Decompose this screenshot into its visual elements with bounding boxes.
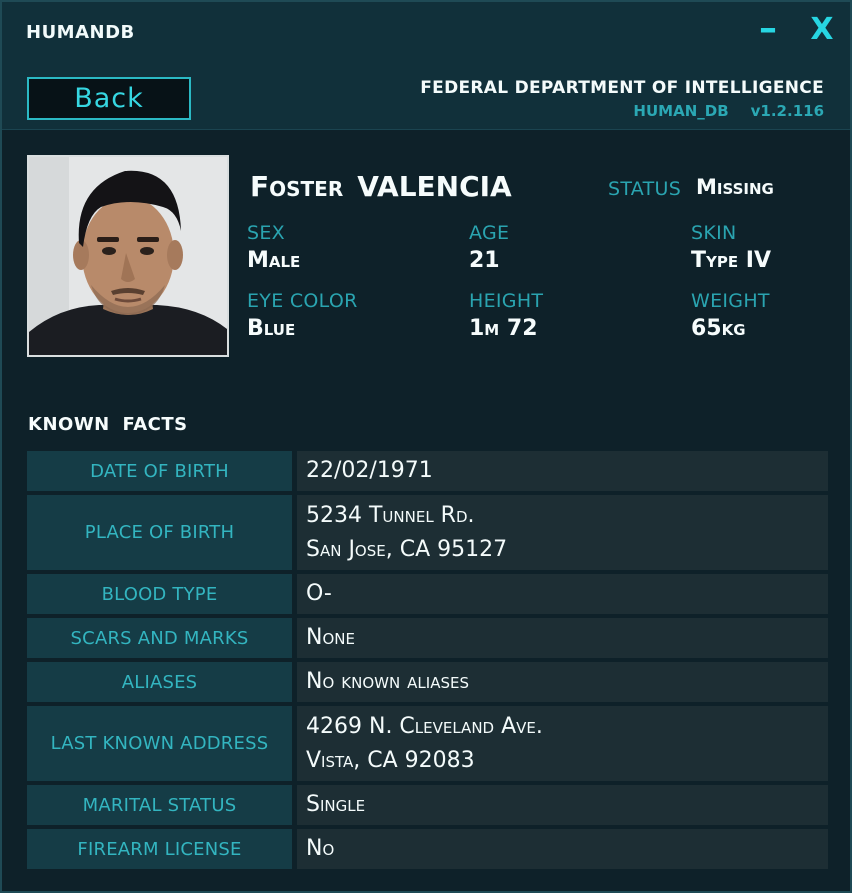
fact-row-aliases: ALIASES No known aliases bbox=[27, 662, 828, 702]
version-label: v1.2.116 bbox=[750, 102, 824, 120]
fact-value-line: 22/02/1971 bbox=[306, 458, 433, 483]
fact-key: PLACE OF BIRTH bbox=[27, 495, 292, 570]
database-name: HUMAN_DB bbox=[633, 102, 729, 120]
first-name: Foster bbox=[250, 170, 344, 203]
attr-label: EYE COLOR bbox=[247, 290, 358, 312]
known-facts-heading: KNOWN FACTS bbox=[28, 414, 188, 435]
fact-value-line: No bbox=[306, 836, 335, 861]
minimize-icon[interactable]: – bbox=[751, 11, 785, 48]
fact-key: LAST KNOWN ADDRESS bbox=[27, 706, 292, 781]
close-icon[interactable]: X bbox=[805, 12, 839, 48]
fact-key: BLOOD TYPE bbox=[27, 574, 292, 614]
subject-name: Foster VALENCIA bbox=[250, 170, 512, 203]
database-info: HUMAN_DB v1.2.116 bbox=[633, 102, 824, 120]
status-value: Missing bbox=[696, 175, 774, 199]
attr-label: SEX bbox=[247, 222, 285, 244]
back-button[interactable]: Back bbox=[27, 77, 191, 120]
last-name: VALENCIA bbox=[357, 170, 512, 203]
humandb-window: HUMANDB – X Back FEDERAL DEPARTMENT OF I… bbox=[0, 0, 852, 893]
fact-value: None bbox=[297, 618, 828, 658]
fact-value: No bbox=[297, 829, 828, 869]
attr-age: AGE 21 bbox=[469, 222, 509, 273]
fact-row-blood-type: BLOOD TYPE O- bbox=[27, 574, 828, 614]
attr-value: Blue bbox=[247, 316, 296, 341]
attr-label: WEIGHT bbox=[691, 290, 770, 312]
attr-eye-color: EYE COLOR Blue bbox=[247, 290, 358, 341]
fact-value: 22/02/1971 bbox=[297, 451, 828, 491]
attr-value: 1m 72 bbox=[469, 316, 538, 341]
fact-row-date-of-birth: DATE OF BIRTH 22/02/1971 bbox=[27, 451, 828, 491]
fact-value: 5234 Tunnel Rd. San Jose, CA 95127 bbox=[297, 495, 828, 570]
fact-key: DATE OF BIRTH bbox=[27, 451, 292, 491]
fact-key: MARITAL STATUS bbox=[27, 785, 292, 825]
fact-value: 4269 N. Cleveland Ave. Vista, CA 92083 bbox=[297, 706, 828, 781]
attr-value: Male bbox=[247, 248, 301, 273]
fact-value: No known aliases bbox=[297, 662, 828, 702]
portrait-image bbox=[29, 157, 227, 355]
attr-sex: SEX Male bbox=[247, 222, 300, 273]
fact-value-line: O- bbox=[306, 581, 332, 606]
attr-label: HEIGHT bbox=[469, 290, 544, 312]
fact-value: Single bbox=[297, 785, 828, 825]
attr-height: HEIGHT 1m 72 bbox=[469, 290, 543, 341]
fact-row-marital-status: MARITAL STATUS Single bbox=[27, 785, 828, 825]
status-label: STATUS bbox=[608, 178, 682, 200]
fact-key: ALIASES bbox=[27, 662, 292, 702]
fact-value-line: Vista, CA 92083 bbox=[306, 747, 475, 773]
attr-label: SKIN bbox=[691, 222, 737, 244]
fact-value-line: None bbox=[306, 625, 355, 650]
app-title: HUMANDB bbox=[26, 22, 135, 43]
fact-row-firearm-license: FIREARM LICENSE No bbox=[27, 829, 828, 869]
fact-key: SCARS AND MARKS bbox=[27, 618, 292, 658]
fact-value-line: 4269 N. Cleveland Ave. bbox=[306, 713, 543, 739]
attr-skin: SKIN Type IV bbox=[691, 222, 771, 273]
subject-photo bbox=[27, 155, 229, 357]
fact-row-last-known-address: LAST KNOWN ADDRESS 4269 N. Cleveland Ave… bbox=[27, 706, 828, 781]
fact-value: O- bbox=[297, 574, 828, 614]
fact-row-place-of-birth: PLACE OF BIRTH 5234 Tunnel Rd. San Jose,… bbox=[27, 495, 828, 570]
attr-value: 65kg bbox=[691, 316, 746, 341]
attr-weight: WEIGHT 65kg bbox=[691, 290, 770, 341]
fact-value-line: No known aliases bbox=[306, 669, 469, 694]
fact-value-line: San Jose, CA 95127 bbox=[306, 536, 508, 562]
fact-key: FIREARM LICENSE bbox=[27, 829, 292, 869]
attr-value: 21 bbox=[469, 248, 500, 273]
fact-value-line: Single bbox=[306, 792, 366, 817]
attr-value: Type IV bbox=[691, 248, 771, 273]
fact-value-line: 5234 Tunnel Rd. bbox=[306, 502, 475, 528]
fact-row-scars-and-marks: SCARS AND MARKS None bbox=[27, 618, 828, 658]
attr-label: AGE bbox=[469, 222, 510, 244]
agency-name: FEDERAL DEPARTMENT OF INTELLIGENCE bbox=[420, 78, 824, 98]
title-bar: HUMANDB – X Back FEDERAL DEPARTMENT OF I… bbox=[2, 2, 850, 130]
